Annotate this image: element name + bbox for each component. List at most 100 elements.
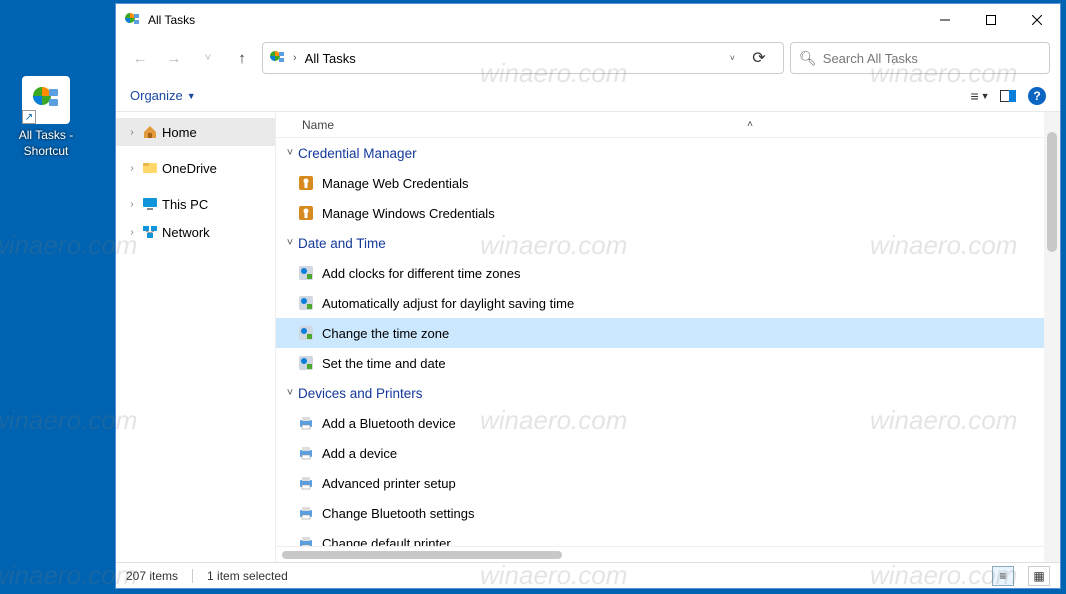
- search-box[interactable]: 🔍︎: [790, 42, 1050, 74]
- list-item[interactable]: Add a Bluetooth device: [276, 408, 1060, 438]
- item-type-icon: [298, 475, 314, 491]
- horizontal-scrollbar[interactable]: [276, 546, 1060, 562]
- refresh-button[interactable]: ⟳: [741, 42, 777, 74]
- scrollbar-thumb[interactable]: [282, 551, 562, 559]
- chevron-right-icon[interactable]: ›: [126, 199, 138, 210]
- group-header[interactable]: ˅Credential Manager: [276, 138, 1060, 168]
- address-bar[interactable]: › All Tasks ˅ ⟳: [262, 42, 784, 74]
- close-button[interactable]: [1014, 4, 1060, 36]
- column-header-row[interactable]: Name ˄: [276, 112, 1060, 138]
- chevron-down-icon[interactable]: ˅: [282, 237, 298, 249]
- item-label: Change the time zone: [322, 326, 449, 341]
- nav-toolbar: ← → ˅ ↑ › All Tasks ˅ ⟳ 🔍︎: [116, 36, 1060, 80]
- group-label: Devices and Printers: [298, 386, 423, 401]
- help-button[interactable]: ?: [1028, 87, 1046, 105]
- group-header[interactable]: ˅Devices and Printers: [276, 378, 1060, 408]
- status-item-count: 207 items: [126, 569, 178, 583]
- chevron-down-icon: ▼: [187, 91, 196, 101]
- search-input[interactable]: [823, 51, 1041, 66]
- large-icons-view-button[interactable]: ▦: [1028, 566, 1050, 586]
- sort-indicator-icon: ˄: [740, 119, 760, 130]
- window-title: All Tasks: [148, 13, 195, 27]
- chevron-down-icon[interactable]: ˅: [282, 147, 298, 159]
- column-header-name[interactable]: Name: [296, 118, 740, 132]
- command-bar: Organize ▼ ≡ ▼ ?: [116, 80, 1060, 112]
- list-item[interactable]: Advanced printer setup: [276, 468, 1060, 498]
- shortcut-arrow-icon: ↗: [22, 110, 36, 124]
- item-type-icon: [298, 355, 314, 371]
- group-label: Credential Manager: [298, 146, 417, 161]
- status-selection-count: 1 item selected: [207, 569, 288, 583]
- nav-item-onedrive[interactable]: › OneDrive: [116, 154, 275, 182]
- chevron-right-icon[interactable]: ›: [126, 163, 138, 174]
- organize-button[interactable]: Organize ▼: [130, 88, 196, 103]
- item-type-icon: [298, 535, 314, 546]
- list-item[interactable]: Change Bluetooth settings: [276, 498, 1060, 528]
- list-item[interactable]: Add clocks for different time zones: [276, 258, 1060, 288]
- chevron-right-icon[interactable]: ›: [126, 227, 138, 238]
- item-label: Add clocks for different time zones: [322, 266, 520, 281]
- chevron-right-icon[interactable]: ›: [126, 127, 138, 138]
- onedrive-icon: [142, 160, 158, 176]
- breadcrumb-segment[interactable]: All Tasks: [305, 51, 356, 66]
- network-icon: [142, 224, 158, 240]
- item-label: Add a device: [322, 446, 397, 461]
- pc-icon: [142, 196, 158, 212]
- list-item[interactable]: Set the time and date: [276, 348, 1060, 378]
- desktop-icon-label: All Tasks -Shortcut: [8, 128, 84, 159]
- nav-item-label: Home: [162, 125, 197, 140]
- minimize-button[interactable]: [922, 4, 968, 36]
- list-item[interactable]: Manage Windows Credentials: [276, 198, 1060, 228]
- group-header[interactable]: ˅Date and Time: [276, 228, 1060, 258]
- group-label: Date and Time: [298, 236, 386, 251]
- nav-item-network[interactable]: ›Network: [116, 218, 275, 246]
- item-type-icon: [298, 415, 314, 431]
- item-type-icon: [298, 445, 314, 461]
- home-icon: [142, 124, 158, 140]
- view-options-button[interactable]: ≡ ▼: [966, 84, 994, 108]
- nav-item-this-pc[interactable]: ›This PC: [116, 190, 275, 218]
- status-bar: 207 items 1 item selected ≡ ▦: [116, 562, 1060, 588]
- item-type-icon: [298, 205, 314, 221]
- chevron-right-icon[interactable]: ›: [291, 52, 299, 64]
- chevron-down-icon[interactable]: ˅: [282, 387, 298, 399]
- up-button[interactable]: ↑: [228, 44, 256, 72]
- item-label: Change default printer: [322, 536, 451, 547]
- vertical-scrollbar[interactable]: [1044, 112, 1060, 562]
- titlebar[interactable]: All Tasks: [116, 4, 1060, 36]
- list-item[interactable]: Add a device: [276, 438, 1060, 468]
- address-dropdown-button[interactable]: ˅: [730, 53, 735, 63]
- item-type-icon: [298, 325, 314, 341]
- details-view-button[interactable]: ≡: [992, 566, 1014, 586]
- recent-locations-button[interactable]: ˅: [194, 44, 222, 72]
- item-type-icon: [298, 265, 314, 281]
- item-type-icon: [298, 295, 314, 311]
- content-pane: Name ˄ ˅Credential ManagerManage Web Cre…: [276, 112, 1060, 562]
- list-item[interactable]: Automatically adjust for daylight saving…: [276, 288, 1060, 318]
- control-panel-icon: ↗: [22, 76, 70, 124]
- list-item[interactable]: Change default printer: [276, 528, 1060, 546]
- nav-item-home[interactable]: › Home: [116, 118, 275, 146]
- item-label: Add a Bluetooth device: [322, 416, 456, 431]
- item-label: Change Bluetooth settings: [322, 506, 475, 521]
- list-item[interactable]: Change the time zone: [276, 318, 1060, 348]
- item-type-icon: [298, 175, 314, 191]
- preview-pane-button[interactable]: [994, 84, 1022, 108]
- item-list[interactable]: ˅Credential ManagerManage Web Credential…: [276, 138, 1060, 546]
- explorer-window: All Tasks ← → ˅ ↑ › All Tasks ˅ ⟳ 🔍︎ Org…: [115, 3, 1061, 589]
- search-icon: 🔍︎: [799, 50, 817, 67]
- item-label: Manage Windows Credentials: [322, 206, 495, 221]
- maximize-button[interactable]: [968, 4, 1014, 36]
- item-label: Manage Web Credentials: [322, 176, 468, 191]
- organize-label: Organize: [130, 88, 183, 103]
- forward-button[interactable]: →: [160, 44, 188, 72]
- desktop-shortcut-all-tasks[interactable]: ↗ All Tasks -Shortcut: [8, 76, 84, 159]
- item-label: Advanced printer setup: [322, 476, 456, 491]
- navigation-pane: › Home › OneDrive ›This PC›Network: [116, 112, 276, 562]
- item-label: Automatically adjust for daylight saving…: [322, 296, 574, 311]
- control-panel-icon: [124, 12, 140, 28]
- scrollbar-thumb[interactable]: [1047, 132, 1057, 252]
- back-button[interactable]: ←: [126, 44, 154, 72]
- list-item[interactable]: Manage Web Credentials: [276, 168, 1060, 198]
- nav-item-label: OneDrive: [162, 161, 217, 176]
